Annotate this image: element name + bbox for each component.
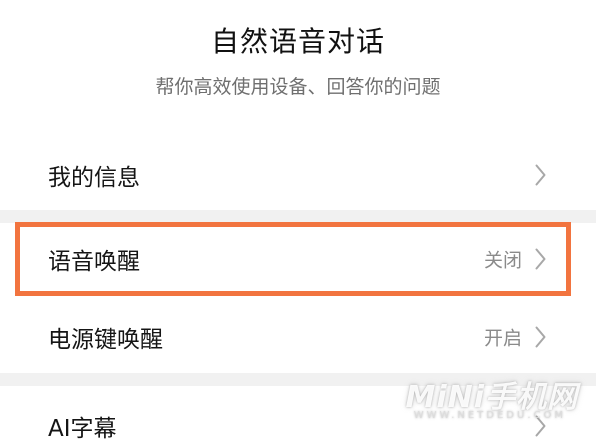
settings-item-label: 语音唤醒 [48,249,140,275]
settings-page: 自然语音对话 帮你高效使用设备、回答你的问题 我的信息 语音唤醒 关闭 电源键唤… [0,0,596,445]
settings-item-label: AI字幕 [48,416,117,442]
section-divider [0,210,596,223]
settings-item-voice-wakeup[interactable]: 语音唤醒 关闭 [0,224,596,294]
chevron-right-icon [535,326,546,348]
settings-item-power-key-wakeup[interactable]: 电源键唤醒 开启 [0,302,596,372]
header: 自然语音对话 帮你高效使用设备、回答你的问题 [0,0,596,140]
settings-item-label: 我的信息 [48,165,140,191]
page-title: 自然语音对话 [210,25,385,58]
settings-item-label: 电源键唤醒 [48,327,163,353]
settings-item-my-info[interactable]: 我的信息 [0,140,596,210]
settings-item-value: 关闭 [483,249,522,272]
chevron-right-icon [535,164,546,186]
chevron-right-icon [535,248,546,270]
watermark-url: WWW.NETDEDU.COM [413,410,566,421]
page-subtitle: 帮你高效使用设备、回答你的问题 [155,76,441,98]
settings-item-value: 开启 [483,327,522,350]
